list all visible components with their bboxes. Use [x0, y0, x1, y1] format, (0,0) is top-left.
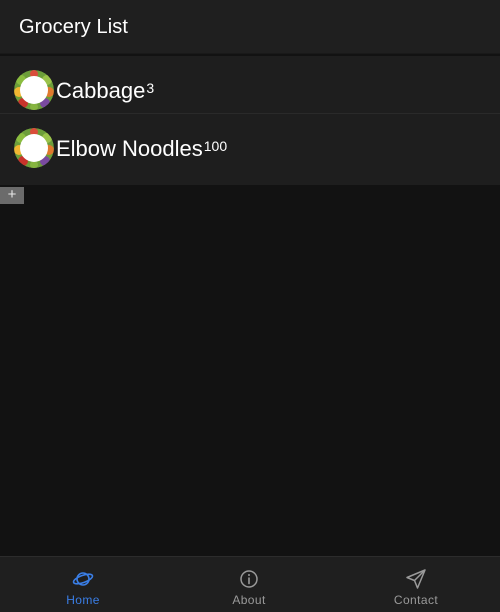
item-name: Elbow Noodles — [56, 136, 203, 161]
item-quantity: 3 — [146, 80, 155, 96]
tab-about-label: About — [232, 593, 266, 607]
vegetable-wreath-avatar — [14, 128, 54, 168]
tab-contact[interactable]: Contact — [333, 557, 499, 612]
planet-icon — [72, 572, 94, 586]
send-icon — [406, 569, 426, 589]
info-icon — [240, 570, 258, 588]
tab-contact-label: Contact — [393, 593, 439, 607]
item-text: Cabbage3 — [56, 78, 154, 104]
tab-home-label: Home — [66, 593, 100, 607]
list-item[interactable]: Cabbage3 — [0, 56, 500, 114]
vegetable-wreath-icon — [14, 128, 54, 168]
page-title: Grocery List — [19, 16, 129, 38]
add-item-button[interactable]: + — [0, 187, 24, 204]
item-text: Elbow Noodles100 — [56, 136, 227, 162]
item-name: Cabbage — [56, 78, 146, 103]
vegetable-wreath-icon — [14, 70, 54, 110]
grocery-list: Cabbage3 Elbow Noodles100 — [0, 56, 500, 185]
list-item[interactable]: Elbow Noodles100 — [0, 114, 500, 185]
tab-about[interactable]: About — [166, 557, 332, 612]
item-quantity: 100 — [203, 138, 228, 154]
vegetable-wreath-avatar — [14, 70, 54, 110]
bottom-tab-bar: Home About Contact — [0, 556, 500, 612]
app-header: Grocery List — [0, 0, 500, 54]
tab-home[interactable]: Home — [0, 557, 166, 612]
app-root: Grocery List Cabbage3 Elbow Noodles100 +… — [0, 0, 500, 612]
